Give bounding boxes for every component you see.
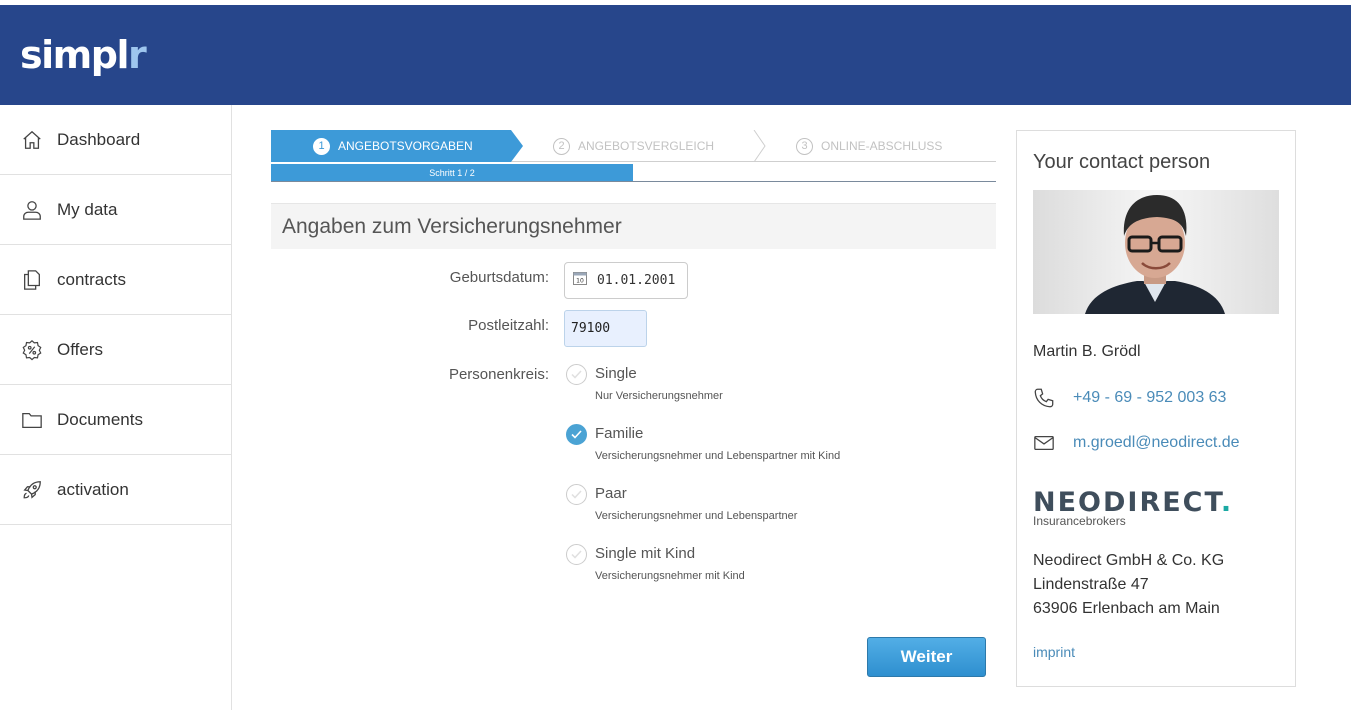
documents-icon <box>20 268 44 292</box>
option-description: Versicherungsnehmer mit Kind <box>595 570 745 582</box>
zip-input[interactable]: 79100 <box>564 310 647 347</box>
option-title: Single mit Kind <box>595 545 696 562</box>
sidebar-item-label: My data <box>57 199 118 219</box>
birthdate-label: Geburtsdatum: <box>449 269 549 286</box>
rocket-icon <box>20 478 44 502</box>
sidebar-item-label: contracts <box>57 269 126 289</box>
phone-icon <box>1033 387 1057 409</box>
step-separator-icon <box>753 130 766 162</box>
simplr-logo[interactable]: simplr <box>20 33 147 77</box>
progress-bar: Schritt 1 / 2 <box>271 162 996 182</box>
imprint-link[interactable]: imprint <box>1033 644 1075 660</box>
check-icon <box>571 550 582 559</box>
sidebar-item-documents[interactable]: Documents <box>0 385 231 455</box>
contact-heading: Your contact person <box>1033 151 1211 173</box>
svg-text:10: 10 <box>576 278 584 285</box>
persons-label: Personenkreis: <box>448 366 549 383</box>
sidebar-item-contracts[interactable]: contracts <box>0 245 231 315</box>
birthdate-field[interactable]: 10 01.01.2001 <box>564 262 688 299</box>
sidebar-item-label: Offers <box>57 339 103 359</box>
address-line: Lindenstraße 47 <box>1033 576 1149 593</box>
weiter-button[interactable]: Weiter <box>867 637 986 677</box>
check-icon <box>571 490 582 499</box>
contact-photo <box>1033 190 1279 314</box>
check-icon <box>571 370 582 379</box>
option-title: Familie <box>595 425 644 442</box>
radio-checked[interactable] <box>566 424 587 445</box>
option-title: Single <box>595 365 637 382</box>
offer-badge-icon <box>20 338 44 362</box>
sidebar-item-my-data[interactable]: My data <box>0 175 231 245</box>
sidebar-item-activation[interactable]: activation <box>0 455 231 525</box>
radio-unchecked[interactable] <box>566 364 587 385</box>
company-address: Neodirect GmbH & Co. KG Lindenstraße 47 … <box>1033 549 1224 621</box>
envelope-icon <box>1033 432 1057 454</box>
sidebar-nav: Dashboard My data contracts Offers Docum… <box>0 105 232 710</box>
sidebar-item-dashboard[interactable]: Dashboard <box>0 105 231 175</box>
email-row: m.groedl@neodirect.de <box>1033 432 1240 454</box>
wizard-step-3: 3 ONLINE-ABSCHLUSS <box>796 130 942 162</box>
contact-name: Martin B. Grödl <box>1033 343 1141 360</box>
folder-icon <box>20 408 44 432</box>
address-line: 63906 Erlenbach am Main <box>1033 600 1220 617</box>
wizard-step-2: 2 ANGEBOTSVERGLEICH <box>553 130 714 162</box>
radio-unchecked[interactable] <box>566 544 587 565</box>
calendar-icon[interactable]: 10 <box>573 271 587 290</box>
birthdate-value: 01.01.2001 <box>597 273 676 288</box>
contact-card: Your contact person Martin B. Grödl +49 … <box>1016 130 1296 687</box>
address-line: Neodirect GmbH & Co. KG <box>1033 552 1225 569</box>
phone-link[interactable]: +49 - 69 - 952 003 63 <box>1073 389 1226 407</box>
section-header: Angaben zum Versicherungsnehmer <box>271 203 996 249</box>
section-title: Angaben zum Versicherungsnehmer <box>282 215 622 238</box>
phone-row: +49 - 69 - 952 003 63 <box>1033 387 1226 409</box>
neodirect-logo: NEODIRECT. Insurancebrokers <box>1033 487 1234 529</box>
user-icon <box>20 198 44 222</box>
radio-unchecked[interactable] <box>566 484 587 505</box>
wizard-steps: 1 ANGEBOTSVORGABEN 2 ANGEBOTSVERGLEICH 3… <box>271 130 996 162</box>
zip-label: Postleitzahl: <box>468 317 549 334</box>
home-icon <box>20 128 44 152</box>
step-number: 2 <box>553 137 570 155</box>
step-number: 3 <box>796 137 813 155</box>
wizard-step-1: 1 ANGEBOTSVORGABEN <box>313 130 473 162</box>
email-link[interactable]: m.groedl@neodirect.de <box>1073 434 1240 452</box>
step-label: ANGEBOTSVERGLEICH <box>578 139 715 153</box>
progress-fill: Schritt 1 / 2 <box>271 164 633 181</box>
wizard-progress: 1 ANGEBOTSVORGABEN 2 ANGEBOTSVERGLEICH 3… <box>271 130 996 184</box>
option-description: Versicherungsnehmer und Lebenspartner <box>595 510 798 522</box>
check-icon <box>571 430 582 439</box>
step-number: 1 <box>313 137 330 155</box>
step-label: ANGEBOTSVORGABEN <box>338 139 473 153</box>
sidebar-item-label: Documents <box>57 409 143 429</box>
sidebar-item-label: Dashboard <box>57 129 141 149</box>
top-header: simplr <box>0 5 1351 105</box>
option-description: Versicherungsnehmer und Lebenspartner mi… <box>595 450 841 462</box>
sidebar-item-offers[interactable]: Offers <box>0 315 231 385</box>
option-title: Paar <box>595 485 627 502</box>
step-label: ONLINE-ABSCHLUSS <box>821 139 943 153</box>
sidebar-item-label: activation <box>57 479 129 499</box>
option-description: Nur Versicherungsnehmer <box>595 390 723 402</box>
